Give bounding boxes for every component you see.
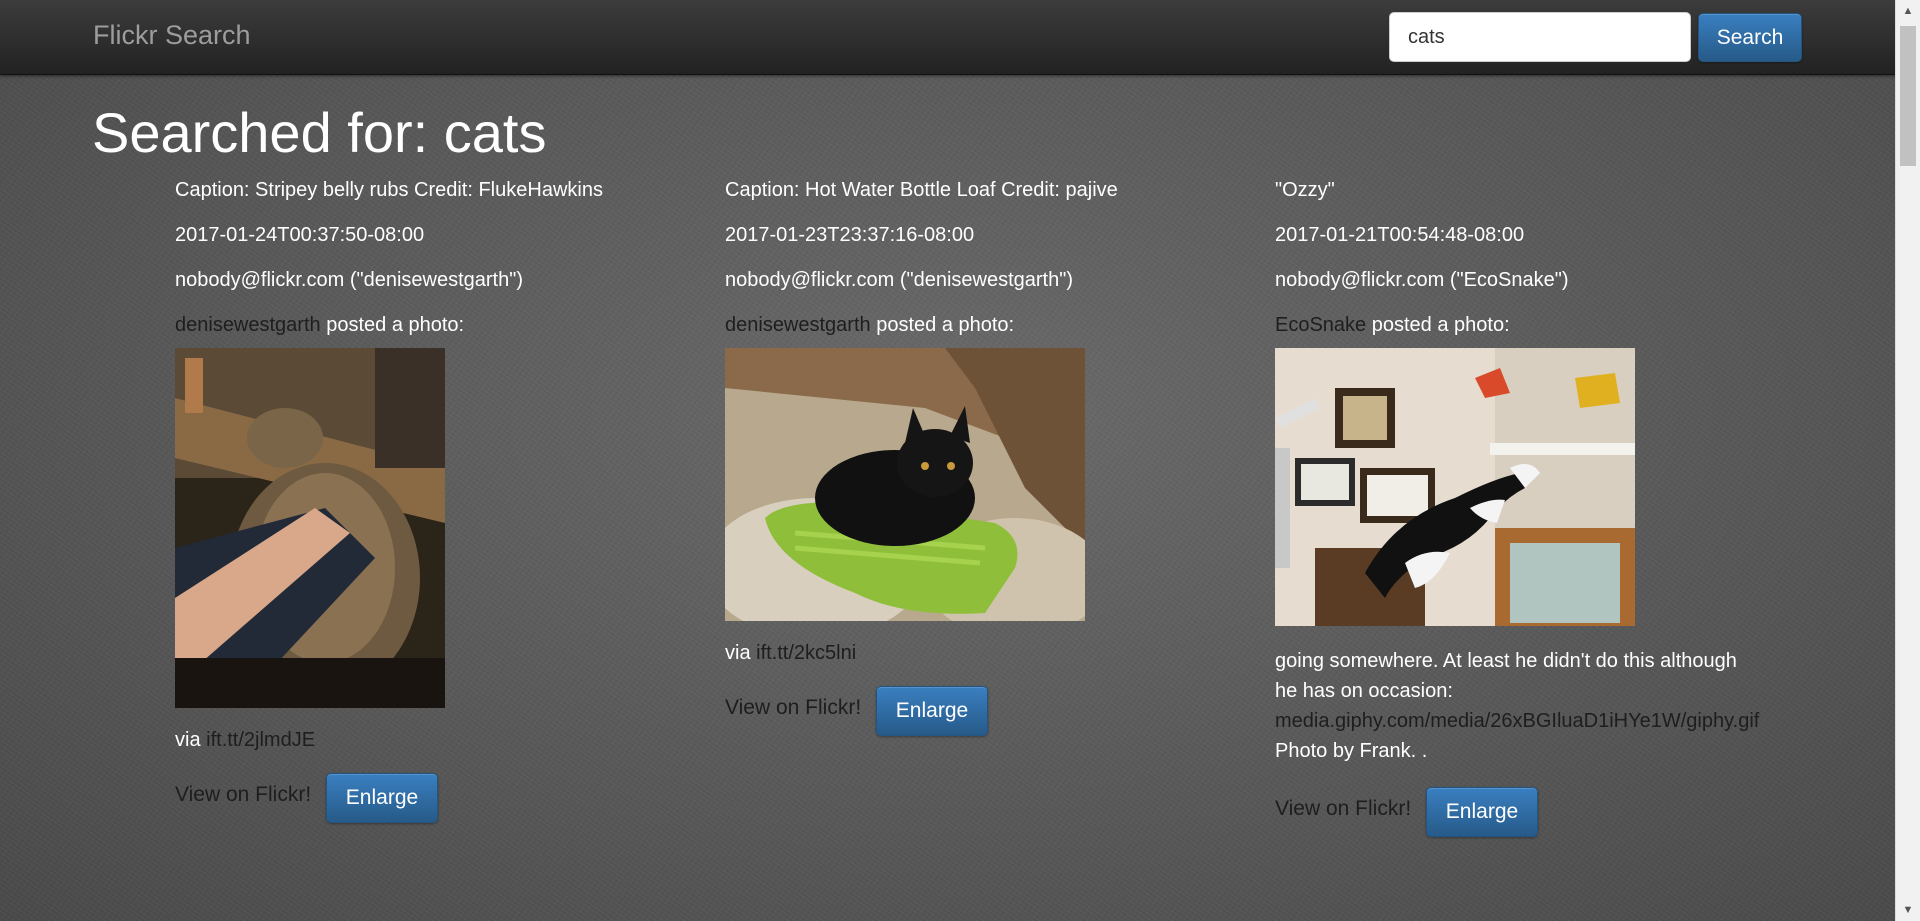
via-label: via — [175, 729, 201, 751]
via-line: via ift.tt/2kc5lni — [725, 641, 1245, 665]
scroll-thumb[interactable] — [1900, 26, 1916, 166]
cat-photo[interactable] — [1275, 348, 1635, 626]
scroll-down-arrow-icon[interactable]: ▼ — [1896, 901, 1920, 919]
post-actions: View on Flickr! Enlarge — [1275, 787, 1815, 837]
posted-text: posted a photo: — [326, 314, 465, 336]
photo-post: Caption: Stripey belly rubs Credit: Fluk… — [175, 178, 695, 823]
navbar: Flickr Search Search — [0, 0, 1896, 75]
view-on-flickr-link[interactable]: View on Flickr! — [1275, 797, 1411, 821]
enlarge-button[interactable]: Enlarge — [326, 773, 438, 823]
via-link[interactable]: ift.tt/2kc5lni — [756, 642, 856, 664]
page-title: Searched for: cats — [92, 101, 547, 164]
description-line: going somewhere. At least he didn't do t… — [1275, 650, 1737, 672]
giphy-link[interactable]: media.giphy.com/media/26xBGIluaD1iHYe1W/… — [1275, 710, 1759, 732]
post-caption: "Ozzy" — [1275, 179, 1335, 201]
description-line: Photo by Frank. . — [1275, 740, 1428, 762]
post-header: EcoSnake posted a photo: — [1275, 313, 1815, 337]
post-header: denisewestgarth posted a photo: — [175, 313, 695, 337]
post-date: 2017-01-23T23:37:16-08:00 — [725, 224, 975, 246]
search-input[interactable] — [1389, 12, 1691, 62]
brand-link[interactable]: Flickr Search — [93, 20, 251, 51]
post-caption: Caption: Stripey belly rubs Credit: Fluk… — [175, 179, 603, 201]
post-actions: View on Flickr! Enlarge — [175, 773, 695, 823]
search-button[interactable]: Search — [1698, 13, 1802, 62]
posted-text: posted a photo: — [1371, 314, 1510, 336]
photo-post: "Ozzy" 2017-01-21T00:54:48-08:00 nobody@… — [1275, 178, 1815, 837]
scroll-up-arrow-icon[interactable]: ▲ — [1896, 2, 1920, 20]
via-label: via — [725, 642, 751, 664]
post-date: 2017-01-21T00:54:48-08:00 — [1275, 224, 1525, 246]
photo-post: Caption: Hot Water Bottle Loaf Credit: p… — [725, 178, 1245, 736]
post-author: nobody@flickr.com ("denisewestgarth") — [175, 269, 523, 291]
post-author: nobody@flickr.com ("EcoSnake") — [1275, 269, 1569, 291]
post-description: going somewhere. At least he didn't do t… — [1275, 646, 1815, 766]
view-on-flickr-link[interactable]: View on Flickr! — [725, 696, 861, 720]
post-header: denisewestgarth posted a photo: — [725, 313, 1245, 337]
user-link[interactable]: denisewestgarth — [175, 314, 321, 336]
view-on-flickr-link[interactable]: View on Flickr! — [175, 783, 311, 807]
enlarge-button[interactable]: Enlarge — [876, 686, 988, 736]
post-actions: View on Flickr! Enlarge — [725, 686, 1245, 736]
user-link[interactable]: denisewestgarth — [725, 314, 871, 336]
enlarge-button[interactable]: Enlarge — [1426, 787, 1538, 837]
post-caption: Caption: Hot Water Bottle Loaf Credit: p… — [725, 179, 1118, 201]
post-author: nobody@flickr.com ("denisewestgarth") — [725, 269, 1073, 291]
posted-text: posted a photo: — [876, 314, 1015, 336]
scrollbar[interactable]: ▲ ▼ — [1895, 0, 1920, 921]
user-link[interactable]: EcoSnake — [1275, 314, 1366, 336]
via-line: via ift.tt/2jlmdJE — [175, 728, 695, 752]
cat-photo[interactable] — [725, 348, 1085, 621]
description-line: he has on occasion: — [1275, 680, 1453, 702]
via-link[interactable]: ift.tt/2jlmdJE — [206, 729, 315, 751]
cat-photo[interactable] — [175, 348, 445, 708]
post-date: 2017-01-24T00:37:50-08:00 — [175, 224, 425, 246]
